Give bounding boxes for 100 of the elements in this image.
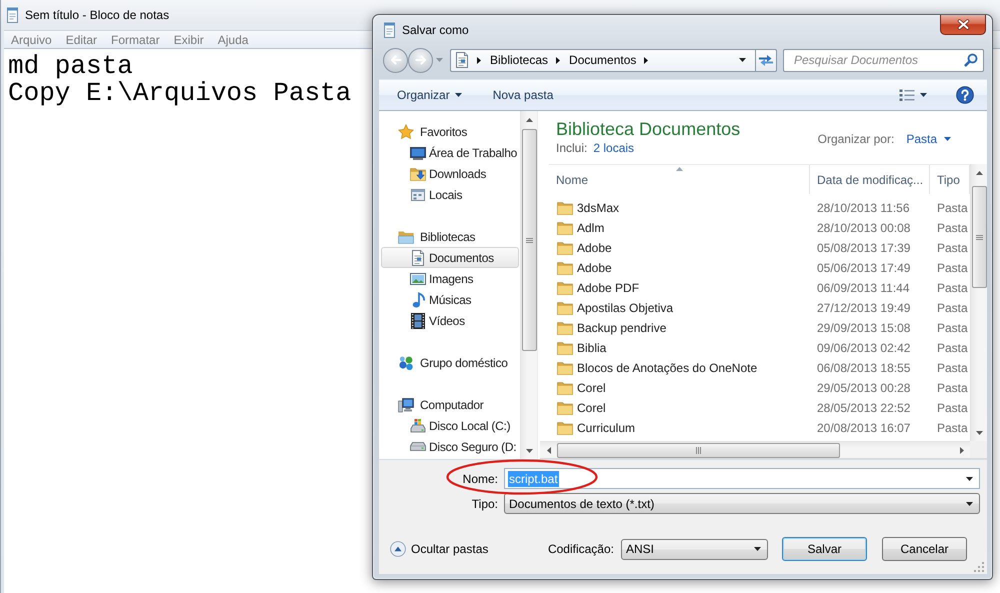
- picture-icon: [410, 270, 426, 286]
- nav-item[interactable]: Disco Local (C:): [381, 415, 519, 436]
- file-row[interactable]: Adobe PDF 06/09/2013 11:44 Pasta: [549, 278, 970, 298]
- hide-folders-button[interactable]: Ocultar pastas: [390, 541, 488, 557]
- breadcrumb-link[interactable]: Bibliotecas: [490, 53, 548, 67]
- field-label: Codificação:: [548, 542, 614, 556]
- file-row[interactable]: Corel 28/05/2013 22:52 Pasta: [549, 398, 970, 418]
- scroll-left-arrow-icon[interactable]: [546, 446, 550, 454]
- nav-item[interactable]: Disco Seguro (D:: [381, 436, 519, 457]
- nav-item[interactable]: Locais: [381, 184, 519, 205]
- scroll-up-arrow-icon[interactable]: [526, 118, 532, 122]
- folder-icon: [557, 320, 573, 336]
- item-type: Pasta: [936, 301, 969, 315]
- scrollbar-thumb[interactable]: [557, 442, 840, 458]
- file-row[interactable]: 3dsMax 28/10/2013 11:56 Pasta: [549, 198, 970, 218]
- scroll-up-arrow-icon[interactable]: [976, 170, 982, 174]
- toolbar-button[interactable]: Nova pasta: [484, 83, 562, 107]
- file-row[interactable]: Biblia 09/06/2013 02:42 Pasta: [549, 338, 970, 358]
- nav-item[interactable]: Grupo doméstico: [381, 352, 519, 373]
- scrollbar[interactable]: [520, 111, 537, 459]
- folder-name: Adobe: [577, 261, 612, 275]
- includes-label: Inclui:: [556, 140, 588, 156]
- modified-date: 29/09/2013 15:08: [816, 321, 912, 335]
- colored-spheres-icon: [398, 354, 414, 370]
- caret-icon[interactable]: [944, 137, 951, 141]
- list-view-icon: [899, 88, 915, 102]
- locations-link[interactable]: 2 locais: [593, 140, 634, 156]
- dialog-button[interactable]: Cancelar: [882, 537, 967, 561]
- scroll-down-arrow-icon[interactable]: [526, 448, 532, 452]
- back-arrow-icon: [390, 55, 402, 65]
- folder-name: 3dsMax: [577, 201, 620, 215]
- nav-item[interactable]: Imagens: [381, 268, 519, 289]
- music-note-icon: [412, 292, 424, 308]
- library-folder-icon: [398, 228, 414, 244]
- caret-icon: [966, 502, 973, 506]
- film-icon: [411, 312, 425, 328]
- folder-name: Adlm: [577, 221, 604, 235]
- scroll-down-arrow-icon[interactable]: [976, 430, 982, 434]
- modified-date: 28/10/2013 00:08: [816, 221, 912, 235]
- breadcrumb-arrow-icon[interactable]: [556, 56, 560, 64]
- column-header[interactable]: Data de modificaç...: [810, 165, 930, 194]
- close-button[interactable]: [940, 15, 986, 35]
- file-row[interactable]: Corel 29/05/2013 00:28 Pasta: [549, 378, 970, 398]
- folder-name: Blocos de Anotações do OneNote: [577, 361, 758, 375]
- file-row[interactable]: Adlm 28/10/2013 00:08 Pasta: [549, 218, 970, 238]
- document-icon: [411, 250, 425, 266]
- caret-icon[interactable]: [966, 476, 973, 480]
- nav-item[interactable]: Favoritos: [381, 121, 519, 142]
- modified-date: 05/06/2013 17:49: [816, 261, 912, 275]
- nav-item[interactable]: Documentos: [381, 247, 519, 268]
- arrange-link[interactable]: Pasta: [906, 132, 937, 146]
- file-row[interactable]: Backup pendrive 29/09/2013 15:08 Pasta: [549, 318, 970, 338]
- file-row[interactable]: Adobe 05/08/2013 17:39 Pasta: [549, 238, 970, 258]
- file-row[interactable]: Blocos de Anotações do OneNote 06/08/2013 18:55 Pasta: [549, 358, 970, 378]
- item-type: Pasta: [936, 341, 969, 355]
- folder-name: Biblia: [577, 341, 606, 355]
- search-field[interactable]: Pesquisar Documentos: [783, 48, 984, 72]
- item-type: Pasta: [936, 321, 969, 335]
- breadcrumb-arrow-icon[interactable]: [477, 56, 481, 64]
- caret-icon: [454, 93, 462, 97]
- encoding-dropdown[interactable]: ANSI: [621, 538, 768, 560]
- nav-item[interactable]: Computador: [381, 394, 519, 415]
- download-folder-icon: [410, 166, 426, 182]
- computer-icon: [398, 396, 414, 412]
- close-icon: [956, 19, 970, 30]
- folder-name: Adobe: [577, 241, 612, 255]
- folder-name: Backup pendrive: [577, 321, 666, 335]
- field-label: Nome:: [462, 472, 498, 486]
- item-type: Pasta: [936, 361, 969, 375]
- address-bar[interactable]: Bibliotecas Documentos: [450, 48, 755, 72]
- menu-button[interactable]: Organizar: [389, 83, 470, 107]
- nav-item[interactable]: Músicas: [381, 289, 519, 310]
- nav-item[interactable]: Vídeos: [381, 310, 519, 331]
- folder-icon: [557, 260, 573, 276]
- scrollbar[interactable]: [540, 441, 970, 458]
- scrollbar[interactable]: [970, 164, 987, 441]
- folder-name: Corel: [577, 401, 606, 415]
- scrollbar-thumb[interactable]: [972, 186, 986, 288]
- search-icon: [964, 53, 978, 67]
- file-row[interactable]: Apostilas Objetiva 27/12/2013 19:49 Pasta: [549, 298, 970, 318]
- breadcrumb-arrow-icon[interactable]: [644, 56, 648, 64]
- folder-icon: [557, 220, 573, 236]
- column-header[interactable]: Nome: [549, 165, 810, 194]
- file-type-dropdown[interactable]: Documentos de texto (*.txt): [504, 493, 980, 514]
- folder-icon: [557, 380, 573, 396]
- nav-item[interactable]: Área de Trabalho: [381, 142, 519, 163]
- breadcrumb-link[interactable]: Documentos: [569, 53, 636, 67]
- file-row[interactable]: Adobe 05/06/2013 17:49 Pasta: [549, 258, 970, 278]
- scrollbar-thumb[interactable]: [522, 129, 536, 351]
- nav-item[interactable]: Downloads: [381, 163, 519, 184]
- item-type: Pasta: [936, 401, 969, 415]
- caret-icon[interactable]: [739, 58, 746, 62]
- refresh-button[interactable]: [755, 48, 777, 72]
- scroll-right-arrow-icon[interactable]: [960, 446, 964, 454]
- modified-date: 28/05/2013 22:52: [816, 401, 912, 415]
- file-row[interactable]: Curriculum 20/08/2013 16:07 Pasta: [549, 418, 970, 438]
- folder-icon: [557, 340, 573, 356]
- nav-item[interactable]: Bibliotecas: [381, 226, 519, 247]
- help-button[interactable]: [956, 86, 974, 104]
- dialog-button[interactable]: Salvar: [782, 537, 867, 561]
